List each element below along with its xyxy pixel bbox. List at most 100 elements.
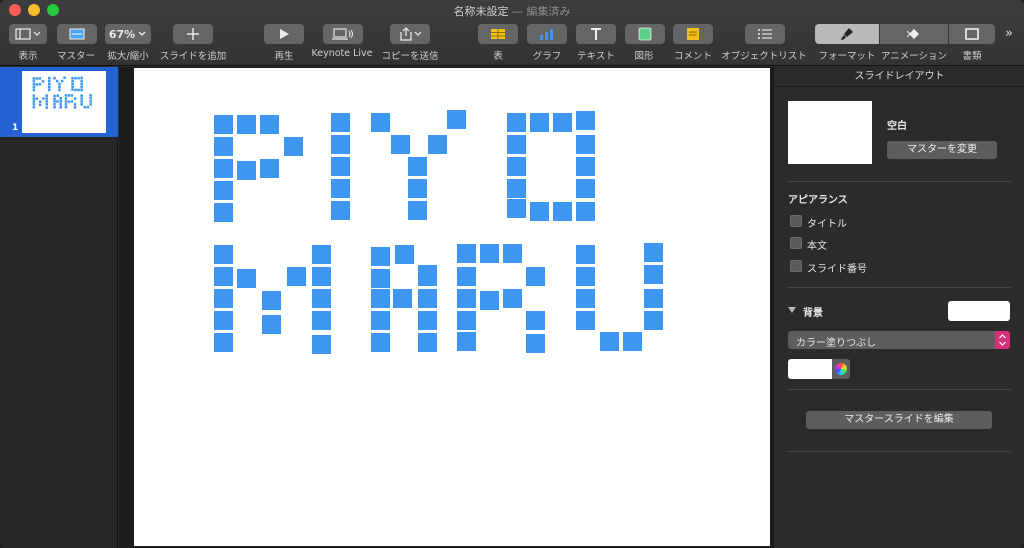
blue-square[interactable]: [284, 137, 303, 156]
blue-square[interactable]: [644, 311, 663, 330]
blue-square[interactable]: [530, 202, 549, 221]
blue-square[interactable]: [623, 332, 642, 351]
blue-square[interactable]: [418, 267, 437, 286]
blue-square[interactable]: [393, 289, 412, 308]
blue-square[interactable]: [644, 265, 663, 284]
blue-square[interactable]: [312, 245, 331, 264]
blue-square[interactable]: [507, 199, 526, 218]
edit-master-slide-button[interactable]: マスタースライドを編集: [806, 411, 992, 429]
blue-square[interactable]: [214, 159, 233, 178]
view-button[interactable]: [9, 24, 47, 44]
blue-square[interactable]: [576, 157, 595, 176]
blue-square[interactable]: [371, 113, 390, 132]
disclosure-triangle-icon[interactable]: [788, 306, 797, 314]
blue-square[interactable]: [371, 333, 390, 352]
blue-square[interactable]: [576, 289, 595, 308]
blue-square[interactable]: [553, 113, 572, 132]
blue-square[interactable]: [576, 135, 595, 154]
comment-button[interactable]: [673, 24, 713, 44]
blue-square[interactable]: [526, 334, 545, 353]
blue-square[interactable]: [237, 161, 256, 180]
blue-square[interactable]: [214, 245, 233, 264]
color-picker-button[interactable]: [832, 359, 850, 379]
blue-square[interactable]: [447, 110, 466, 129]
blue-square[interactable]: [312, 267, 331, 286]
background-color-well[interactable]: [948, 301, 1010, 321]
blue-square[interactable]: [600, 332, 619, 351]
blue-square[interactable]: [331, 113, 350, 132]
blue-square[interactable]: [428, 135, 447, 154]
blue-square[interactable]: [507, 157, 526, 176]
blue-square[interactable]: [214, 137, 233, 156]
blue-square[interactable]: [262, 291, 281, 310]
blue-square[interactable]: [576, 179, 595, 198]
fill-type-select[interactable]: カラー塗りつぶし: [788, 331, 1010, 349]
blue-square[interactable]: [331, 179, 350, 198]
blue-square[interactable]: [260, 115, 279, 134]
blue-square[interactable]: [214, 181, 233, 200]
blue-square[interactable]: [260, 159, 279, 178]
title-checkbox[interactable]: [790, 215, 802, 227]
fill-color-swatch[interactable]: [788, 359, 832, 379]
blue-square[interactable]: [371, 247, 390, 266]
blue-square[interactable]: [507, 113, 526, 132]
blue-square[interactable]: [418, 289, 437, 308]
blue-square[interactable]: [644, 243, 663, 262]
blue-square[interactable]: [576, 111, 595, 130]
document-button[interactable]: [949, 24, 995, 44]
blue-square[interactable]: [526, 311, 545, 330]
blue-square[interactable]: [395, 245, 414, 264]
blue-square[interactable]: [507, 179, 526, 198]
blue-square[interactable]: [503, 244, 522, 263]
blue-square[interactable]: [312, 335, 331, 354]
blue-square[interactable]: [457, 311, 476, 330]
blue-square[interactable]: [408, 179, 427, 198]
blue-square[interactable]: [214, 333, 233, 352]
table-button[interactable]: [478, 24, 518, 44]
blue-square[interactable]: [331, 201, 350, 220]
blue-square[interactable]: [576, 311, 595, 330]
share-button[interactable]: [390, 24, 430, 44]
blue-square[interactable]: [312, 311, 331, 330]
animate-button[interactable]: [880, 24, 948, 44]
zoom-select[interactable]: 67%: [105, 24, 151, 44]
shape-button[interactable]: [625, 24, 665, 44]
select-stepper[interactable]: [995, 331, 1010, 349]
change-master-button[interactable]: マスターを変更: [887, 141, 997, 159]
slide-thumbnail-selected[interactable]: 1: [0, 67, 118, 137]
object-list-button[interactable]: [745, 24, 785, 44]
blue-square[interactable]: [644, 289, 663, 308]
blue-square[interactable]: [214, 289, 233, 308]
blue-square[interactable]: [418, 311, 437, 330]
blue-square[interactable]: [553, 202, 572, 221]
blue-square[interactable]: [457, 332, 476, 351]
blue-square[interactable]: [214, 267, 233, 286]
blue-square[interactable]: [576, 245, 595, 264]
blue-square[interactable]: [503, 289, 522, 308]
blue-square[interactable]: [418, 333, 437, 352]
chart-button[interactable]: [527, 24, 567, 44]
keynote-live-button[interactable]: [323, 24, 363, 44]
blue-square[interactable]: [237, 115, 256, 134]
blue-square[interactable]: [371, 311, 390, 330]
text-button[interactable]: [576, 24, 616, 44]
blue-square[interactable]: [457, 267, 476, 286]
body-checkbox[interactable]: [790, 237, 802, 249]
blue-square[interactable]: [214, 311, 233, 330]
blue-square[interactable]: [262, 315, 281, 334]
blue-square[interactable]: [408, 201, 427, 220]
master-button[interactable]: [57, 24, 97, 44]
blue-square[interactable]: [480, 291, 499, 310]
play-button[interactable]: [264, 24, 304, 44]
blue-square[interactable]: [408, 157, 427, 176]
blue-square[interactable]: [480, 244, 499, 263]
blue-square[interactable]: [287, 267, 306, 286]
blue-square[interactable]: [331, 135, 350, 154]
slide-thumbnail[interactable]: [22, 71, 106, 133]
blue-square[interactable]: [331, 157, 350, 176]
blue-square[interactable]: [237, 269, 256, 288]
blue-square[interactable]: [457, 244, 476, 263]
blue-square[interactable]: [312, 289, 331, 308]
blue-square[interactable]: [576, 202, 595, 221]
blue-square[interactable]: [214, 203, 233, 222]
